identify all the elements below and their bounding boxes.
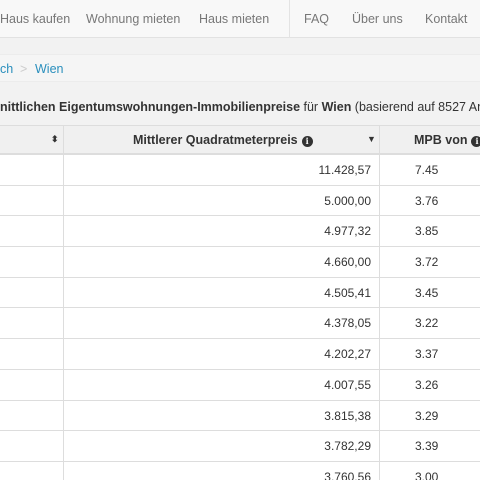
- breadcrumb-current-link[interactable]: Wien: [35, 62, 63, 76]
- table-row: 3.782,29 3.39: [0, 431, 480, 462]
- heading-basis: (basierend auf 8527 Ange: [354, 100, 480, 114]
- mpb-value: 3.85: [415, 224, 439, 239]
- sort-desc-icon[interactable]: ▼: [367, 134, 376, 144]
- median-price-value: 4.660,00: [324, 255, 371, 270]
- median-price-value: 4.977,32: [324, 224, 371, 239]
- column-header-district[interactable]: ⬍: [0, 126, 64, 154]
- mpb-cell: 3.72: [380, 247, 480, 277]
- mpb-value: 3.29: [415, 408, 439, 423]
- mpb-value: 3.26: [415, 377, 439, 392]
- info-icon[interactable]: i: [471, 136, 480, 147]
- page-heading: nittlichen Eigentumswohnungen-Immobilien…: [0, 100, 480, 118]
- table-row: 4.977,32 3.85: [0, 216, 480, 248]
- heading-connector: für: [300, 100, 322, 114]
- district-cell: [0, 400, 64, 431]
- heading-city: Wien: [321, 100, 352, 114]
- median-price-cell: 3.760,56: [64, 461, 380, 480]
- median-price-value: 3.760,56: [324, 469, 371, 480]
- nav-faq[interactable]: FAQ: [304, 12, 329, 26]
- mpb-cell: 3.37: [380, 339, 480, 369]
- mpb-value: 3.39: [415, 439, 439, 454]
- median-price-cell: 4.202,27: [64, 339, 380, 370]
- mpb-cell: 3.85: [380, 216, 480, 246]
- mpb-value: 3.00: [415, 469, 439, 480]
- district-cell: [0, 247, 64, 278]
- nav-haus-mieten[interactable]: Haus mieten: [199, 12, 269, 26]
- median-price-cell: 4.977,32: [64, 216, 380, 247]
- median-price-value: 4.202,27: [324, 347, 371, 362]
- nav-haus-kaufen[interactable]: Haus kaufen: [0, 12, 70, 26]
- median-price-cell: 3.815,38: [64, 400, 380, 431]
- mpb-value: 3.76: [415, 193, 439, 208]
- mpb-cell: 3.29: [380, 401, 480, 431]
- table-row: 4.007,55 3.26: [0, 369, 480, 401]
- median-price-value: 11.428,57: [318, 163, 372, 177]
- breadcrumb-separator: >: [20, 62, 28, 76]
- table-row: 4.378,05 3.22: [0, 308, 480, 340]
- column-label-mpb: MPB von: [414, 133, 468, 147]
- median-price-cell: 4.007,55: [64, 369, 380, 400]
- district-cell: [0, 185, 64, 216]
- district-cell: [0, 369, 64, 400]
- district-cell: [0, 277, 64, 308]
- mpb-cell: 3.39: [380, 431, 480, 461]
- median-price-cell: 11.428,57: [64, 155, 380, 185]
- median-price-value: 5.000,00: [324, 193, 371, 208]
- info-icon[interactable]: i: [301, 136, 313, 147]
- mpb-cell: 3.26: [380, 370, 480, 400]
- mpb-value: 3.45: [415, 285, 439, 300]
- mpb-cell: 3.00: [380, 462, 480, 480]
- nav-ueber-uns[interactable]: Über uns: [352, 12, 403, 26]
- median-price-value: 4.007,55: [324, 377, 371, 392]
- table-row: 5.000,00 3.76: [0, 185, 480, 217]
- median-price-cell: 4.378,05: [64, 308, 380, 339]
- median-price-cell: 3.782,29: [64, 431, 380, 462]
- mpb-cell: 3.76: [380, 186, 480, 216]
- mpb-value: 3.22: [415, 316, 439, 331]
- median-price-value: 4.378,05: [324, 316, 371, 331]
- breadcrumb: ch > Wien: [0, 54, 480, 82]
- sort-both-icon[interactable]: ⬍: [51, 134, 59, 145]
- district-cell: [0, 339, 64, 370]
- nav-divider: [289, 0, 290, 38]
- district-cell: [0, 431, 64, 462]
- median-price-value: 3.815,38: [324, 408, 371, 423]
- table-header: ⬍ Mittlerer Quadratmeterpreis i ▼ MPB von…: [0, 125, 480, 155]
- table-body: 11.428,57 7.45 5.000,00 3.76 4.977,32 3.85 4.6…: [0, 155, 480, 480]
- median-price-value: 4.505,41: [324, 285, 371, 300]
- top-navbar: Haus kaufen Wohnung mieten Haus mieten F…: [0, 0, 480, 38]
- district-cell: [0, 308, 64, 339]
- table-row: 4.660,00 3.72: [0, 247, 480, 278]
- mpb-cell: 3.22: [380, 308, 480, 338]
- breadcrumb-parent-link[interactable]: ch: [0, 62, 13, 76]
- mpb-value: 3.37: [415, 347, 439, 362]
- mpb-cell: 3.45: [380, 278, 480, 308]
- nav-kontakt[interactable]: Kontakt: [425, 12, 467, 26]
- table-row: 3.815,38 3.29: [0, 400, 480, 432]
- table-row: 4.202,27 3.37: [0, 339, 480, 370]
- district-cell: [0, 155, 64, 185]
- median-price-cell: 5.000,00: [64, 185, 380, 216]
- heading-title: nittlichen Eigentumswohnungen-Immobilien…: [0, 100, 301, 114]
- column-header-mpb[interactable]: MPB von i: [380, 126, 480, 154]
- table-row: 3.760,56 3.00: [0, 461, 480, 480]
- mpb-value: 3.72: [415, 255, 439, 270]
- median-price-cell: 4.660,00: [64, 247, 380, 278]
- price-table: ⬍ Mittlerer Quadratmeterpreis i ▼ MPB von…: [0, 125, 480, 480]
- nav-wohnung-mieten[interactable]: Wohnung mieten: [86, 12, 180, 26]
- mpb-value: 7.45: [415, 163, 439, 177]
- median-price-value: 3.782,29: [324, 439, 371, 454]
- median-price-cell: 4.505,41: [64, 277, 380, 308]
- column-label-median-price: Mittlerer Quadratmeterpreis: [133, 133, 298, 147]
- column-header-median-price[interactable]: Mittlerer Quadratmeterpreis i ▼: [64, 126, 380, 154]
- table-row: 11.428,57 7.45: [0, 155, 480, 186]
- district-cell: [0, 461, 64, 480]
- district-cell: [0, 216, 64, 247]
- table-row: 4.505,41 3.45: [0, 277, 480, 309]
- mpb-cell: 7.45: [380, 155, 480, 185]
